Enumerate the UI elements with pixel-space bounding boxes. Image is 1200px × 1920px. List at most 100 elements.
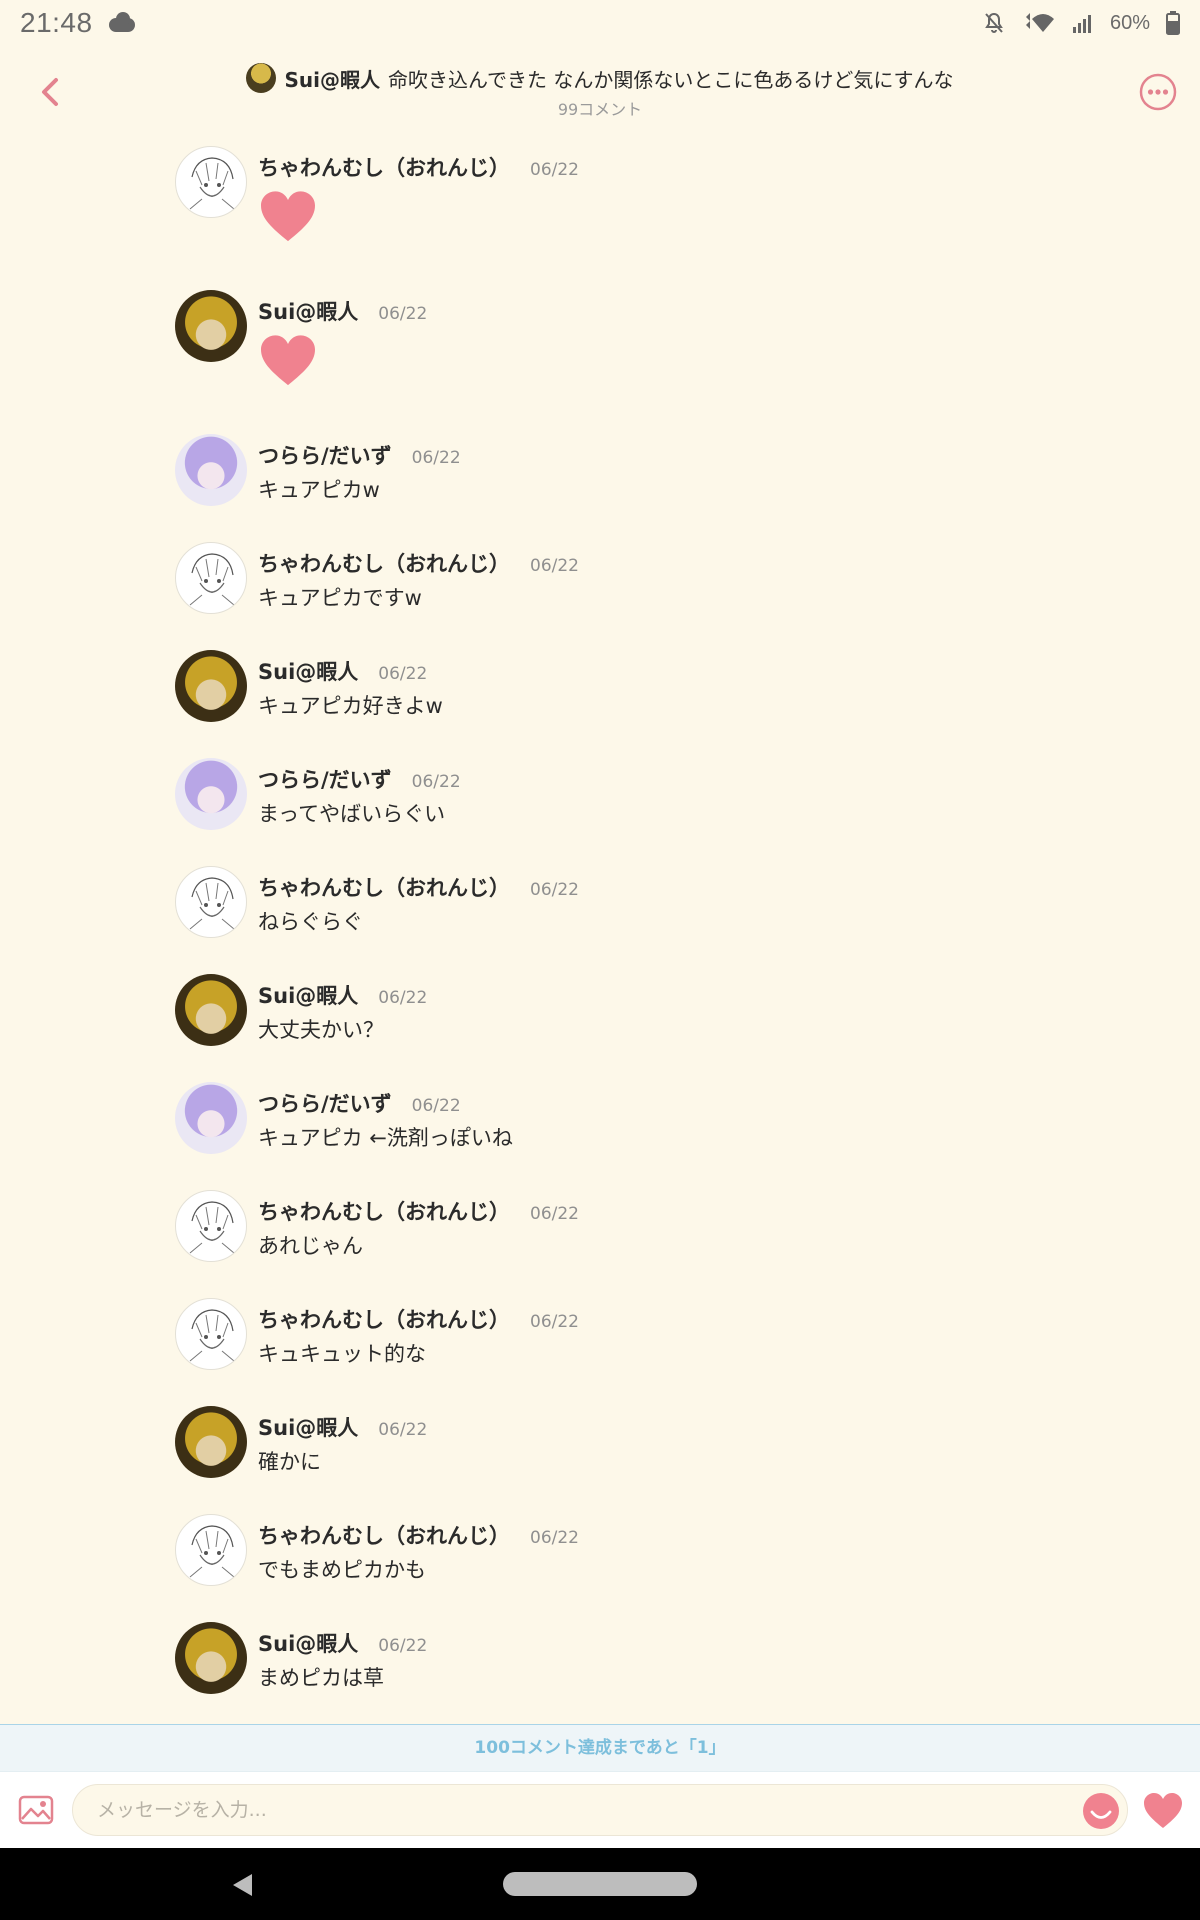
- comment-author[interactable]: Sui@暇人: [258, 980, 358, 1010]
- comment-item[interactable]: つらら/だいず 06/22 まってやばいらぐい: [0, 752, 1200, 860]
- battery-icon: [1166, 11, 1180, 35]
- nav-back-icon: [233, 1874, 252, 1896]
- comment-item[interactable]: Sui@暇人 06/22 まめピカは草: [0, 1616, 1200, 1724]
- comment-date: 06/22: [530, 1312, 579, 1332]
- user-avatar[interactable]: [175, 974, 247, 1046]
- nav-back-button[interactable]: [230, 1872, 256, 1898]
- comment-header: Sui@暇人 06/22: [258, 980, 1200, 1012]
- comment-text: まってやばいらぐい: [258, 802, 446, 826]
- comment-item[interactable]: ちゃわんむし（おれんじ） 06/22 キュキュット的な: [0, 1292, 1200, 1400]
- comment-author[interactable]: Sui@暇人: [258, 656, 358, 686]
- comment-list[interactable]: ちゃわんむし（おれんじ） 06/22 Sui@暇人 06/22 つらら/だいず 06/22…: [0, 140, 1200, 1724]
- post-title: 命吹き込んできた なんか関係ないとこに色あるけど気にすんな: [387, 67, 954, 92]
- user-avatar[interactable]: [175, 1622, 247, 1694]
- post-header: Sui@暇人 命吹き込んできた なんか関係ないとこに色あるけど気にすんな 99コ…: [0, 52, 1200, 132]
- user-avatar[interactable]: [175, 434, 247, 506]
- comment-date: 06/22: [378, 1420, 428, 1440]
- comment-date: 06/22: [411, 448, 461, 468]
- user-avatar[interactable]: [175, 290, 247, 362]
- system-navigation-bar: [0, 1848, 1200, 1920]
- comment-text: まめピカは草: [258, 1666, 384, 1690]
- comment-author[interactable]: ちゃわんむし（おれんじ）: [258, 1520, 510, 1550]
- comment-item[interactable]: ちゃわんむし（おれんじ） 06/22 キュアピカですw: [0, 536, 1200, 644]
- comment-author[interactable]: つらら/だいず: [258, 764, 392, 794]
- back-chevron-icon: [42, 78, 58, 106]
- post-title-row[interactable]: Sui@暇人 命吹き込んできた なんか関係ないとこに色あるけど気にすんな: [140, 62, 1060, 94]
- user-avatar[interactable]: [175, 650, 247, 722]
- comment-header: Sui@暇人 06/22: [258, 296, 1200, 328]
- comment-date: 06/22: [378, 1636, 428, 1656]
- user-avatar[interactable]: [175, 758, 247, 830]
- comment-header: ちゃわんむし（おれんじ） 06/22: [258, 872, 1200, 904]
- user-avatar[interactable]: [175, 866, 247, 938]
- status-bar: 21:48 60%: [0, 0, 1200, 46]
- heart-sticker-icon: [258, 334, 318, 388]
- status-time: 21:48: [20, 7, 93, 38]
- comment-text: ねらぐらぐ: [258, 910, 363, 934]
- comment-item[interactable]: Sui@暇人 06/22: [0, 284, 1200, 428]
- user-avatar[interactable]: [175, 1082, 247, 1154]
- comment-item[interactable]: Sui@暇人 06/22 キュアピカ好きよw: [0, 644, 1200, 752]
- comment-text: キュアピカですw: [258, 586, 422, 610]
- comment-author[interactable]: ちゃわんむし（おれんじ）: [258, 1304, 510, 1334]
- comment-author[interactable]: ちゃわんむし（おれんじ）: [258, 152, 510, 182]
- status-icons: 60%: [982, 11, 1180, 35]
- comment-date: 06/22: [530, 1528, 579, 1548]
- comment-text: 確かに: [258, 1450, 321, 1474]
- cell-signal-icon: [1072, 12, 1094, 34]
- comment-item[interactable]: Sui@暇人 06/22 確かに: [0, 1400, 1200, 1508]
- comment-header: Sui@暇人 06/22: [258, 1628, 1200, 1660]
- user-avatar[interactable]: [175, 542, 247, 614]
- comment-date: 06/22: [378, 988, 428, 1008]
- comment-text: キュアピカw: [258, 478, 380, 502]
- comment-date: 06/22: [378, 664, 428, 684]
- nav-home-pill[interactable]: [503, 1872, 697, 1896]
- comment-count: 99コメント: [557, 100, 643, 119]
- comment-author[interactable]: ちゃわんむし（おれんじ）: [258, 872, 510, 902]
- user-avatar[interactable]: [175, 1406, 247, 1478]
- author-name: Sui@暇人: [284, 67, 380, 92]
- comment-date: 06/22: [530, 556, 579, 576]
- comment-header: つらら/だいず 06/22: [258, 1088, 1200, 1120]
- comment-item[interactable]: ちゃわんむし（おれんじ） 06/22 ねらぐらぐ: [0, 860, 1200, 968]
- back-button[interactable]: [28, 70, 72, 114]
- user-avatar[interactable]: [175, 1190, 247, 1262]
- comment-author[interactable]: ちゃわんむし（おれんじ）: [258, 1196, 510, 1226]
- emoji-button[interactable]: [1082, 1792, 1120, 1830]
- comment-header: ちゃわんむし（おれんじ） 06/22: [258, 1196, 1200, 1228]
- milestone-banner: 100コメント達成まであと「1」: [0, 1724, 1200, 1772]
- wifi-icon: [1022, 11, 1056, 35]
- user-avatar[interactable]: [175, 146, 247, 218]
- comment-author[interactable]: ちゃわんむし（おれんじ）: [258, 548, 510, 578]
- heart-sticker-icon: [258, 190, 318, 244]
- user-avatar[interactable]: [175, 1514, 247, 1586]
- attach-image-button[interactable]: [18, 1792, 54, 1828]
- comment-date: 06/22: [378, 304, 428, 324]
- comment-author[interactable]: つらら/だいず: [258, 440, 392, 470]
- comment-author[interactable]: Sui@暇人: [258, 1412, 358, 1442]
- comment-header: Sui@暇人 06/22: [258, 1412, 1200, 1444]
- comment-item[interactable]: ちゃわんむし（おれんじ） 06/22 あれじゃん: [0, 1184, 1200, 1292]
- comment-item[interactable]: ちゃわんむし（おれんじ） 06/22 でもまめピカかも: [0, 1508, 1200, 1616]
- comment-text: あれじゃん: [258, 1234, 363, 1258]
- comment-text: キュアピカ ←洗剤っぽいね: [258, 1126, 513, 1150]
- comment-item[interactable]: ちゃわんむし（おれんじ） 06/22: [0, 140, 1200, 284]
- more-options-button[interactable]: [1138, 72, 1178, 112]
- author-avatar: [246, 63, 277, 93]
- comment-date: 06/22: [411, 1096, 461, 1116]
- comment-author[interactable]: Sui@暇人: [258, 1628, 358, 1658]
- comment-item[interactable]: つらら/だいず 06/22 キュアピカ ←洗剤っぽいね: [0, 1076, 1200, 1184]
- comment-item[interactable]: つらら/だいず 06/22 キュアピカw: [0, 428, 1200, 536]
- comment-author[interactable]: つらら/だいず: [258, 1088, 392, 1118]
- more-options-icon: [1139, 73, 1177, 111]
- comment-author[interactable]: Sui@暇人: [258, 296, 358, 326]
- notifications-off-icon: [982, 11, 1006, 35]
- like-button[interactable]: [1142, 1792, 1184, 1830]
- user-avatar[interactable]: [175, 1298, 247, 1370]
- comment-text: でもまめピカかも: [258, 1558, 426, 1582]
- message-input[interactable]: [72, 1784, 1128, 1836]
- comment-header: つらら/だいず 06/22: [258, 764, 1200, 796]
- comment-item[interactable]: Sui@暇人 06/22 大丈夫かい？: [0, 968, 1200, 1076]
- comment-text: キュキュット的な: [258, 1342, 426, 1366]
- comment-header: ちゃわんむし（おれんじ） 06/22: [258, 1520, 1200, 1552]
